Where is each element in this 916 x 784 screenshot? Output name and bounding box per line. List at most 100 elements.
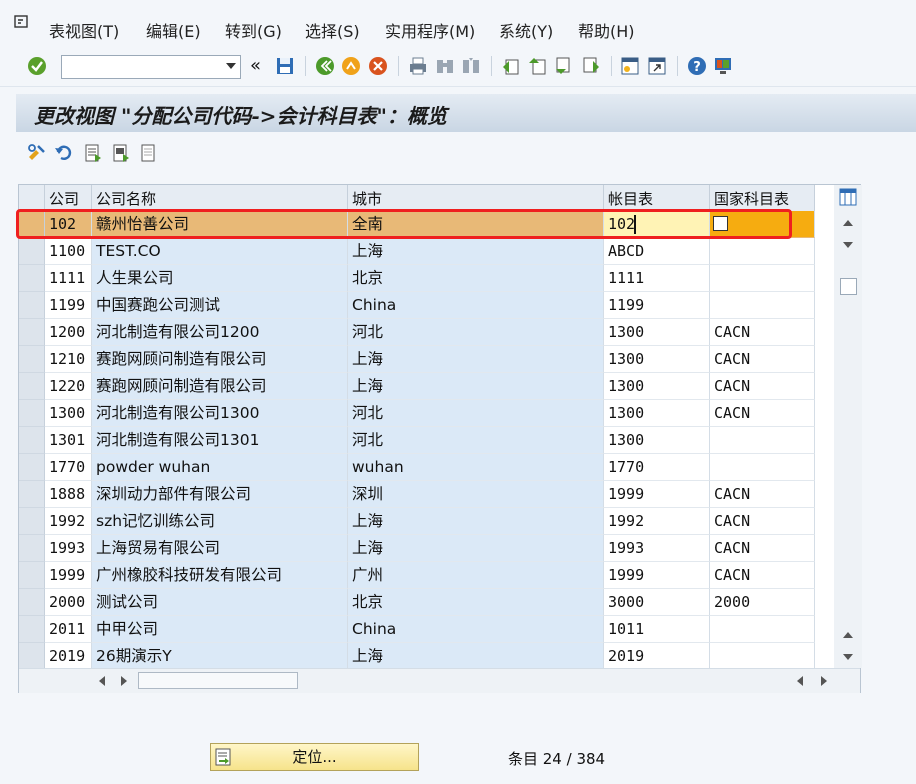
cell-chart-of-accounts[interactable]: 1300 <box>604 373 710 400</box>
row-selector[interactable] <box>19 508 45 535</box>
chevron-down-icon[interactable] <box>226 63 236 69</box>
find-icon[interactable] <box>434 55 456 77</box>
cell-chart-of-accounts[interactable]: 1300 <box>604 400 710 427</box>
menu-utilities[interactable]: 实用程序(M) <box>385 18 475 42</box>
cell-chart-of-accounts[interactable]: 1300 <box>604 319 710 346</box>
find-next-icon[interactable] <box>460 55 482 77</box>
cell-chart-of-accounts[interactable]: 3000 <box>604 589 710 616</box>
row-selector[interactable] <box>19 454 45 481</box>
cell-country-chart[interactable] <box>710 616 815 643</box>
scroll-down-icon[interactable] <box>843 654 853 660</box>
menu-select[interactable]: 选择(S) <box>305 18 360 42</box>
cell-chart-of-accounts[interactable]: 1199 <box>604 292 710 319</box>
row-selector[interactable] <box>19 427 45 454</box>
cell-country-chart[interactable]: 2000 <box>710 589 815 616</box>
horizontal-scroll-thumb[interactable] <box>138 672 298 689</box>
scroll-right-icon[interactable] <box>821 676 827 686</box>
help-icon[interactable]: ? <box>686 55 708 77</box>
row-selector[interactable] <box>19 562 45 589</box>
scroll-right-icon[interactable] <box>121 676 127 686</box>
cell-country-chart[interactable]: CACN <box>710 535 815 562</box>
row-selector[interactable] <box>19 589 45 616</box>
column-header-country-chart[interactable]: 国家科目表 <box>710 185 815 211</box>
cell-country-chart[interactable] <box>710 643 815 668</box>
column-header-company-name[interactable]: 公司名称 <box>92 185 348 211</box>
customize-layout-icon[interactable] <box>712 55 734 77</box>
scroll-up-icon[interactable] <box>843 632 853 638</box>
select-block-icon[interactable] <box>110 142 132 164</box>
cell-chart-of-accounts[interactable]: 1770 <box>604 454 710 481</box>
cancel-icon[interactable] <box>367 55 389 77</box>
menu-table-view[interactable]: 表视图(T) <box>49 18 119 42</box>
menu-system[interactable]: 系统(Y) <box>499 18 553 42</box>
cell-country-chart[interactable]: CACN <box>710 319 815 346</box>
undo-icon[interactable] <box>53 142 75 164</box>
cell-chart-of-accounts[interactable]: 1011 <box>604 616 710 643</box>
cell-country-chart[interactable]: CACN <box>710 562 815 589</box>
cell-chart-of-accounts[interactable]: 2019 <box>604 643 710 668</box>
cell-country-chart[interactable]: CACN <box>710 400 815 427</box>
row-selector[interactable] <box>19 292 45 319</box>
row-selector[interactable] <box>19 319 45 346</box>
row-selector[interactable] <box>19 265 45 292</box>
shortcut-icon[interactable] <box>646 55 668 77</box>
cell-chart-of-accounts[interactable]: 1999 <box>604 481 710 508</box>
row-selector[interactable] <box>19 616 45 643</box>
row-selector[interactable] <box>19 481 45 508</box>
deselect-all-icon[interactable] <box>138 142 160 164</box>
menu-goto[interactable]: 转到(G) <box>225 18 282 42</box>
column-settings-icon[interactable] <box>839 188 857 206</box>
command-field[interactable] <box>61 55 241 79</box>
scroll-down-icon[interactable] <box>843 242 853 248</box>
row-selector[interactable] <box>19 400 45 427</box>
cell-chart-of-accounts[interactable]: 1111 <box>604 265 710 292</box>
row-selector[interactable] <box>19 643 45 668</box>
cell-country-chart[interactable]: CACN <box>710 373 815 400</box>
row-selector[interactable] <box>19 535 45 562</box>
new-session-icon[interactable] <box>619 55 641 77</box>
cell-chart-of-accounts[interactable]: 1300 <box>604 427 710 454</box>
select-all-icon[interactable] <box>82 142 104 164</box>
enter-check-icon[interactable] <box>26 55 48 77</box>
scroll-left-icon[interactable] <box>797 676 803 686</box>
cell-country-chart[interactable]: CACN <box>710 481 815 508</box>
double-chevron-left-icon[interactable]: « <box>250 55 261 76</box>
menu-help[interactable]: 帮助(H) <box>578 18 635 42</box>
column-header-company[interactable]: 公司 <box>45 185 92 211</box>
vertical-scrollbar[interactable] <box>834 185 862 668</box>
cell-country-chart[interactable] <box>710 454 815 481</box>
previous-page-icon[interactable] <box>527 55 549 77</box>
column-header-chart-of-accounts[interactable]: 帐目表 <box>604 185 710 211</box>
row-selector[interactable] <box>19 373 45 400</box>
exit-icon[interactable] <box>340 55 362 77</box>
cell-country-chart[interactable] <box>710 238 815 265</box>
row-selector[interactable] <box>19 238 45 265</box>
print-icon[interactable] <box>407 55 429 77</box>
cell-chart-of-accounts[interactable]: 1300 <box>604 346 710 373</box>
scroll-up-icon[interactable] <box>843 220 853 226</box>
system-menu-icon[interactable] <box>14 14 30 30</box>
save-icon[interactable] <box>274 55 296 77</box>
scroll-thumb[interactable] <box>840 278 857 295</box>
select-all-rows-header[interactable] <box>19 185 45 211</box>
cell-country-chart[interactable]: CACN <box>710 508 815 535</box>
column-header-city[interactable]: 城市 <box>348 185 604 211</box>
cell-country-chart[interactable] <box>710 427 815 454</box>
cell-chart-of-accounts[interactable]: 1999 <box>604 562 710 589</box>
scroll-left-icon[interactable] <box>99 676 105 686</box>
cell-chart-of-accounts[interactable]: 1993 <box>604 535 710 562</box>
menu-edit[interactable]: 编辑(E) <box>146 18 201 42</box>
row-selector[interactable] <box>19 346 45 373</box>
horizontal-scrollbar[interactable] <box>19 668 860 693</box>
back-icon[interactable] <box>314 55 336 77</box>
cell-chart-of-accounts[interactable]: 1992 <box>604 508 710 535</box>
cell-country-chart[interactable] <box>710 292 815 319</box>
next-page-icon[interactable] <box>553 55 575 77</box>
cell-country-chart[interactable]: CACN <box>710 346 815 373</box>
cell-country-chart[interactable] <box>710 265 815 292</box>
position-button[interactable]: 定位... <box>210 743 419 771</box>
cell-chart-of-accounts[interactable]: ABCD <box>604 238 710 265</box>
display-change-icon[interactable] <box>26 142 48 164</box>
last-page-icon[interactable] <box>580 55 602 77</box>
first-page-icon[interactable] <box>500 55 522 77</box>
